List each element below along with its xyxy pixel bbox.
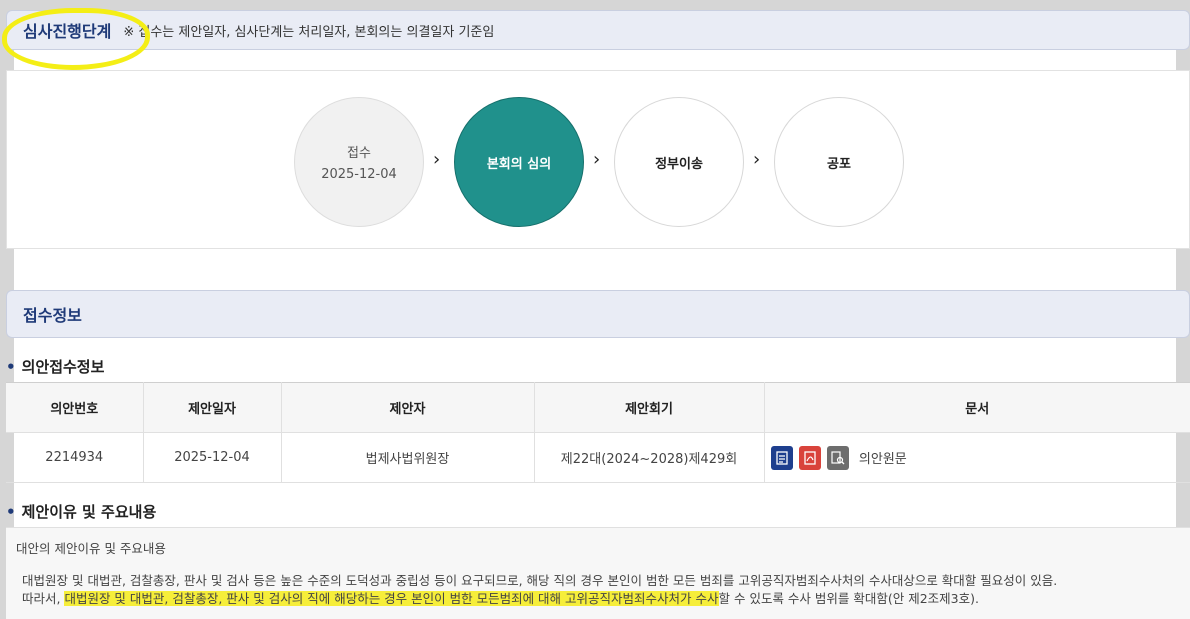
document-original-link[interactable]: 의안원문	[859, 452, 907, 467]
proposer-cell: 법제사법위원장	[281, 432, 535, 483]
col-documents: 문서	[764, 382, 1190, 433]
reception-table: 의안번호 제안일자 제안자 제안회기 문서 2214934 2025-12-04…	[6, 382, 1190, 483]
table-row: 2214934 2025-12-04 법제사법위원장 제22대(2024~202…	[6, 432, 1190, 483]
step-label: 본회의 심의	[486, 156, 552, 172]
session-cell: 제22대(2024~2028)제429회	[534, 432, 765, 483]
reason-line-1: 대법원장 및 대법관, 검찰총장, 판사 및 검사 등은 높은 수준의 도덕성과…	[22, 573, 1058, 588]
col-proposer: 제안자	[281, 382, 535, 433]
stage-flow: 접수 2025-12-04 › 본회의 심의 › 정부이송 › 공포	[6, 70, 1190, 249]
step-reception: 접수 2025-12-04	[294, 97, 424, 227]
step-government-transfer: 정부이송	[614, 97, 744, 227]
step-label: 공포	[827, 156, 851, 172]
step-label: 접수	[347, 146, 371, 161]
step-promulgation: 공포	[774, 97, 904, 227]
bullet-icon: •	[6, 358, 16, 376]
bill-no-cell: 2214934	[6, 432, 144, 483]
stage-section-note: ※ 접수는 제안일자, 심사단계는 처리일자, 본회의는 의결일자 기준임	[123, 24, 495, 40]
reception-subtitle: • 의안접수정보	[6, 358, 105, 376]
stage-section-title: 심사진행단계	[23, 22, 112, 41]
reception-section-title: 접수정보	[23, 306, 82, 325]
pdf-file-icon[interactable]	[798, 445, 821, 470]
step-label: 정부이송	[655, 156, 703, 172]
stage-section-header: 심사진행단계 ※ 접수는 제안일자, 심사단계는 처리일자, 본회의는 의결일자…	[6, 10, 1190, 50]
highlighted-text: 대법원장 및 대법관, 검찰총장, 판사 및 검사의 직에 해당하는 경우 본인…	[64, 591, 719, 606]
chevron-right-icon: ›	[433, 149, 441, 170]
chevron-right-icon: ›	[753, 149, 761, 170]
reason-line-2: 따라서, 대법원장 및 대법관, 검찰총장, 판사 및 검사의 직에 해당하는 …	[22, 591, 979, 606]
reason-subtitle: • 제안이유 및 주요내용	[6, 503, 157, 521]
bullet-icon: •	[6, 503, 16, 521]
documents-cell: 의안원문	[764, 432, 1190, 483]
document-view-icon[interactable]	[826, 445, 849, 470]
chevron-right-icon: ›	[593, 149, 601, 170]
step-date: 2025-12-04	[321, 167, 397, 182]
table-header-row: 의안번호 제안일자 제안자 제안회기 문서	[6, 382, 1190, 433]
step-plenary-review: 본회의 심의	[454, 97, 584, 227]
reason-content: 대안의 제안이유 및 주요내용 대법원장 및 대법관, 검찰총장, 판사 및 검…	[6, 527, 1190, 619]
reason-heading: 대안의 제안이유 및 주요내용	[16, 541, 166, 556]
col-date: 제안일자	[143, 382, 282, 433]
col-bill-no: 의안번호	[6, 382, 144, 433]
reception-section-header: 접수정보	[6, 290, 1190, 338]
col-session: 제안회기	[534, 382, 765, 433]
hwp-file-icon[interactable]	[770, 445, 793, 470]
date-cell: 2025-12-04	[143, 432, 282, 483]
